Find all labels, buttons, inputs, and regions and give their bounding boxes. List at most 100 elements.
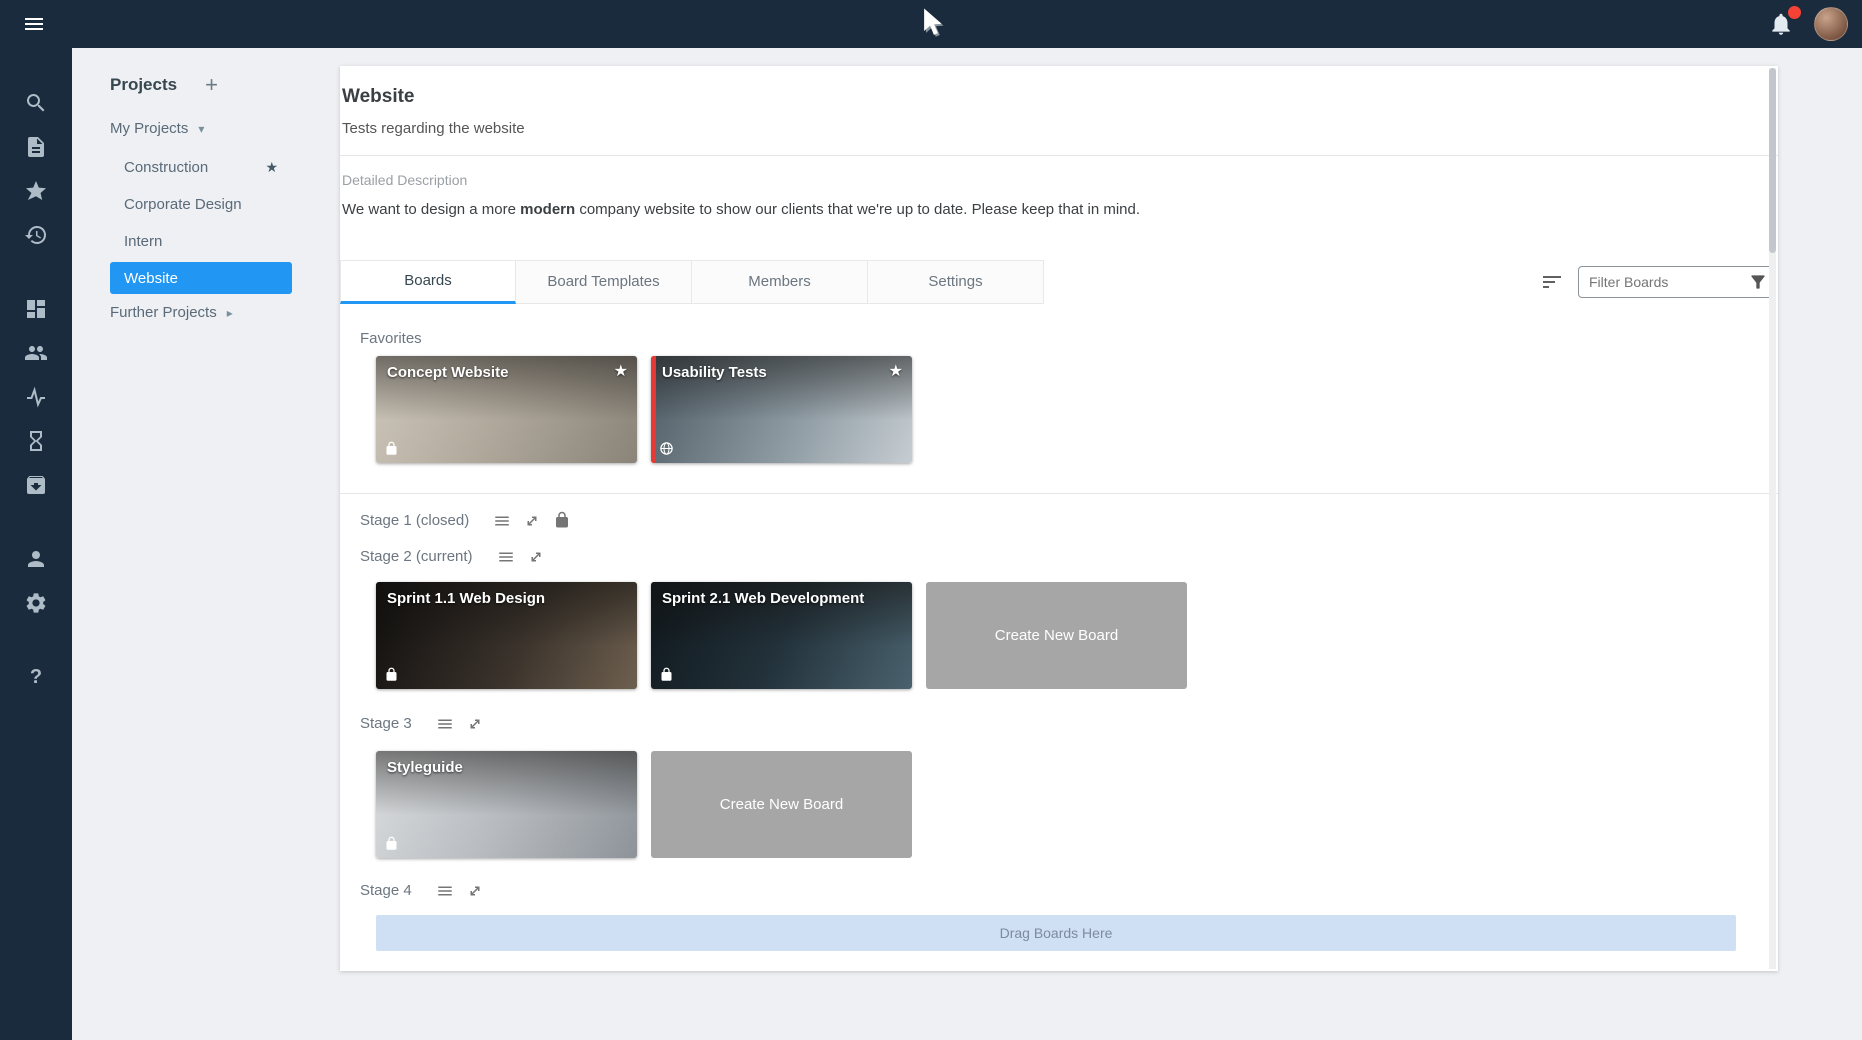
cursor-logo-icon: [916, 6, 946, 41]
stage-menu-button[interactable]: [493, 511, 513, 531]
rail-item-activity[interactable]: [23, 384, 49, 410]
rail-item-search[interactable]: [23, 90, 49, 116]
group-label: My Projects: [110, 120, 188, 137]
favorite-star-icon[interactable]: ★: [265, 159, 278, 176]
board-card-sprint-11[interactable]: Sprint 1.1 Web Design: [376, 582, 637, 689]
stage-3-header: Stage 3: [360, 713, 1778, 735]
sidebar-title: Projects: [110, 75, 177, 95]
page-title: Website: [342, 86, 1778, 108]
expand-diagonal-icon: [466, 715, 484, 733]
star-icon[interactable]: ★: [889, 361, 903, 381]
stage-menu-button[interactable]: [436, 881, 456, 901]
rail-item-settings[interactable]: [23, 590, 49, 616]
sidebar-item-intern[interactable]: Intern: [110, 225, 292, 257]
panel-scrollbar-track: [1769, 68, 1776, 969]
stage-2-board-row: Sprint 1.1 Web Design Sprint 2.1 Web Dev…: [376, 582, 1778, 689]
my-projects-group[interactable]: My Projects ▾: [110, 120, 340, 137]
rail-item-star[interactable]: [23, 178, 49, 204]
board-card-styleguide[interactable]: Styleguide: [376, 751, 637, 858]
stage-expand-button[interactable]: [466, 881, 486, 901]
stage-name: Stage 2 (current): [360, 548, 473, 565]
add-project-button[interactable]: +: [205, 74, 218, 96]
lock-icon: [384, 836, 399, 851]
document-icon: [24, 135, 48, 159]
stage-expand-button[interactable]: [466, 714, 486, 734]
sort-boards-button[interactable]: [1540, 270, 1564, 294]
icon-rail: ?: [0, 48, 72, 1040]
hamburger-icon: [22, 12, 46, 36]
board-card-concept-website[interactable]: Concept Website ★: [376, 356, 637, 463]
stage-lock-icon: [553, 511, 573, 531]
sidebar-item-construction[interactable]: Construction ★: [110, 151, 292, 183]
filter-boards-input[interactable]: [1578, 266, 1774, 298]
gear-icon: [24, 591, 48, 615]
list-icon: [497, 548, 515, 566]
lock-icon: [384, 667, 399, 682]
rail-item-board[interactable]: [23, 296, 49, 322]
create-new-board-button[interactable]: Create New Board: [926, 582, 1187, 689]
lock-icon: [384, 441, 399, 456]
menu-button[interactable]: [10, 0, 58, 48]
stage-menu-button[interactable]: [497, 547, 517, 567]
expand-diagonal-icon: [466, 882, 484, 900]
top-bar: [0, 0, 1862, 48]
project-label: Construction: [124, 159, 208, 176]
star-icon: [24, 179, 48, 203]
list-icon: [436, 715, 454, 733]
board-title: Usability Tests: [662, 364, 767, 381]
notification-badge: [1788, 6, 1801, 19]
user-avatar[interactable]: [1814, 7, 1848, 41]
rail-item-hourglass[interactable]: [23, 428, 49, 454]
projects-sidebar: Projects + My Projects ▾ Construction ★ …: [72, 48, 340, 1040]
rail-item-document[interactable]: [23, 134, 49, 160]
lock-icon: [659, 667, 674, 682]
group-label: Further Projects: [110, 304, 217, 321]
user-icon: [24, 547, 48, 571]
sidebar-item-corporate-design[interactable]: Corporate Design: [110, 188, 292, 220]
chevron-right-icon: ▸: [227, 306, 233, 320]
project-panel: Website Tests regarding the website Deta…: [340, 66, 1778, 971]
notifications-button[interactable]: [1768, 9, 1798, 39]
rail-item-archive[interactable]: [23, 472, 49, 498]
dropzone-label: Drag Boards Here: [1000, 925, 1113, 941]
description-bold: modern: [520, 201, 575, 218]
sidebar-header: Projects +: [110, 74, 340, 96]
rail-item-team[interactable]: [23, 340, 49, 366]
rail-item-user[interactable]: [23, 546, 49, 572]
hourglass-icon: [24, 429, 48, 453]
stage-expand-button[interactable]: [527, 547, 547, 567]
divider: [340, 493, 1778, 494]
description-text: We want to design a more: [342, 201, 520, 218]
topbar-actions: [1768, 7, 1862, 41]
board-title: Concept Website: [387, 364, 508, 381]
create-board-label: Create New Board: [720, 796, 843, 813]
create-new-board-button[interactable]: Create New Board: [651, 751, 912, 858]
board-card-sprint-21[interactable]: Sprint 2.1 Web Development: [651, 582, 912, 689]
board-card-usability-tests[interactable]: Usability Tests ★: [651, 356, 912, 463]
drag-boards-dropzone[interactable]: Drag Boards Here: [376, 915, 1736, 951]
tab-board-templates[interactable]: Board Templates: [516, 260, 692, 304]
further-projects-group[interactable]: Further Projects ▸: [110, 304, 340, 321]
board-title: Styleguide: [387, 759, 463, 776]
favorites-label: Favorites: [360, 330, 1778, 348]
tab-boards[interactable]: Boards: [340, 260, 516, 304]
tab-members[interactable]: Members: [692, 260, 868, 304]
star-icon[interactable]: ★: [614, 361, 628, 381]
board-title: Sprint 2.1 Web Development: [662, 590, 864, 607]
sidebar-item-website[interactable]: Website: [110, 262, 292, 294]
stage-menu-button[interactable]: [436, 714, 456, 734]
stage-1-header: Stage 1 (closed): [360, 510, 1778, 532]
app-logo[interactable]: [916, 6, 946, 42]
history-icon: [24, 223, 48, 247]
team-icon: [24, 341, 48, 365]
stage-expand-button[interactable]: [523, 511, 543, 531]
tab-settings[interactable]: Settings: [868, 260, 1044, 304]
stage-2-header: Stage 2 (current): [360, 546, 1778, 568]
chevron-down-icon: ▾: [198, 122, 204, 136]
panel-scrollbar-thumb[interactable]: [1769, 68, 1776, 253]
rail-item-history[interactable]: [23, 222, 49, 248]
rail-item-help[interactable]: ?: [23, 664, 49, 690]
stage-name: Stage 4: [360, 882, 412, 899]
search-icon: [24, 91, 48, 115]
favorites-board-row: Concept Website ★ Usability Tests ★: [376, 356, 1778, 463]
